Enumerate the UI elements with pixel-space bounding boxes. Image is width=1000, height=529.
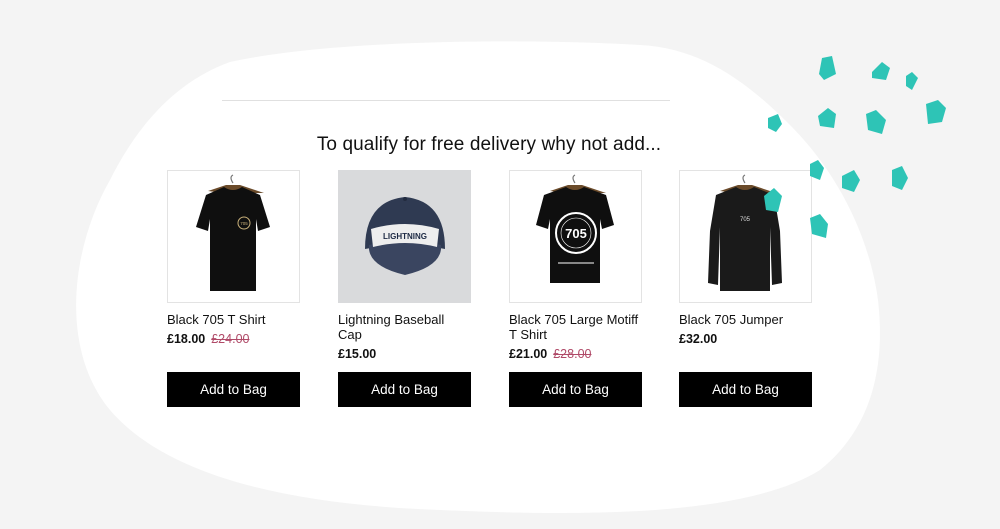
product-card: 705 Black 705 Jumper £32.00 [679, 170, 812, 346]
tshirt-logo-text: 705 [240, 221, 248, 226]
product-image-baseball-cap[interactable]: LIGHTNING [338, 170, 471, 303]
product-price: £18.00 [167, 332, 206, 346]
product-image-motif-tshirt[interactable]: 705 [509, 170, 642, 303]
product-name[interactable]: Lightning Baseball Cap [338, 312, 471, 342]
product-prices: £15.00 [338, 347, 471, 361]
tshirt-image: 705 [196, 174, 270, 291]
product-price: £32.00 [679, 332, 718, 346]
add-to-bag-button[interactable]: Add to Bag [509, 372, 642, 407]
jumper-image: 705 [708, 174, 782, 291]
section-heading: To qualify for free delivery why not add… [316, 134, 662, 155]
product-was-price: £24.00 [211, 332, 250, 346]
product-card: 705 Black 705 Large Motiff T Shirt £21.0… [509, 170, 642, 361]
jumper-logo-text: 705 [740, 217, 751, 223]
product-name[interactable]: Black 705 Large Motiff T Shirt [509, 312, 642, 342]
cap-patch-text: LIGHTNING [383, 232, 427, 241]
background-blob [76, 41, 880, 514]
product-card: 705 Black 705 T Shirt £18.00 £24.00 [167, 170, 300, 346]
motif-text: 705 [565, 226, 587, 241]
baseball-cap-image: LIGHTNING [365, 197, 445, 275]
product-image-black-tshirt[interactable]: 705 [167, 170, 300, 303]
tshirt-image: 705 [536, 174, 614, 283]
product-prices: £18.00 £24.00 [167, 332, 300, 346]
add-to-bag-button[interactable]: Add to Bag [679, 372, 812, 407]
product-prices: £32.00 [679, 332, 812, 346]
product-was-price: £28.00 [553, 347, 592, 361]
product-image-black-jumper[interactable]: 705 [679, 170, 812, 303]
product-prices: £21.00 £28.00 [509, 347, 642, 361]
add-to-bag-button[interactable]: Add to Bag [338, 372, 471, 407]
product-price: £15.00 [338, 347, 377, 361]
product-price: £21.00 [509, 347, 548, 361]
product-name[interactable]: Black 705 Jumper [679, 312, 812, 327]
product-card: LIGHTNING Lightning Baseball Cap £15.00 [338, 170, 471, 361]
top-divider [222, 100, 670, 101]
add-to-bag-button[interactable]: Add to Bag [167, 372, 300, 407]
product-name[interactable]: Black 705 T Shirt [167, 312, 300, 327]
